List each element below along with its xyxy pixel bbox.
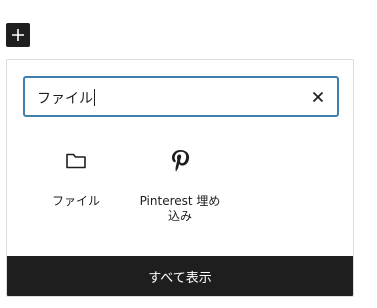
plus-icon [12, 29, 24, 41]
text-cursor [94, 89, 95, 106]
browse-all-button[interactable]: すべて表示 [7, 256, 353, 296]
search-value: ファイル [37, 89, 95, 107]
block-inserter-panel: ファイル ファイル Pinterest 埋め込み すべて表示 [6, 59, 354, 297]
block-item-label: Pinterest 埋め込み [139, 194, 221, 223]
block-item-pinterest-embed[interactable]: Pinterest 埋め込み [130, 140, 230, 224]
close-icon [312, 91, 324, 103]
pinterest-icon [130, 144, 230, 178]
search-input[interactable]: ファイル [23, 76, 339, 117]
add-block-button[interactable] [6, 23, 30, 47]
browse-all-label: すべて表示 [148, 270, 212, 286]
clear-search-button[interactable] [307, 86, 329, 108]
folder-icon [26, 144, 126, 178]
block-item-label: ファイル [51, 194, 100, 208]
block-item-file[interactable]: ファイル [26, 140, 126, 209]
